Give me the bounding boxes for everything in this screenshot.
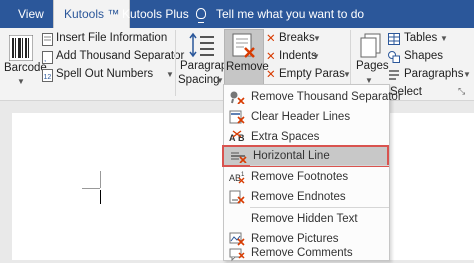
table-icon [388,33,400,45]
shapes-label: Shapes [404,50,444,62]
chevron-down-icon: ▼ [463,70,471,79]
menu-item-horizontal-line[interactable]: Horizontal Line [222,145,389,167]
header-lines-icon [229,110,245,124]
breaks-label: Breaks [279,32,315,44]
menu-item-extra-spaces[interactable]: A B Extra Spaces [224,127,389,147]
svg-text:B: B [238,133,245,143]
barcode-icon [9,35,33,61]
menu-separator [250,165,389,166]
text-caret [100,190,101,204]
endnotes-icon [229,190,245,204]
menu-item-label: Extra Spaces [251,131,320,143]
barcode-button[interactable]: Barcode ▼ [2,30,47,94]
chevron-down-icon: ▼ [166,70,174,79]
tab-view[interactable]: View [8,0,54,28]
extra-spaces-icon: A B [229,130,245,143]
spell-numbers-icon: 12 [42,69,53,82]
paragraphs-label: Paragraphs [404,68,464,80]
pages-label: Pages [356,60,389,72]
menu-item-label: Remove Comments [251,247,353,259]
chevron-down-icon: ▼ [17,77,25,86]
menu-item-clear-header-lines[interactable]: Clear Header Lines [224,107,389,127]
ribbon-separator [175,30,176,96]
tab-kutools-plus[interactable]: Kutools Plus [112,0,199,28]
remove-label: Remove [226,61,269,73]
menu-item-remove-hidden-text[interactable]: Remove Hidden Text [224,209,389,229]
footnotes-icon: AB 1 [229,172,245,184]
spacing-label: Spacing [178,74,220,86]
remove-button[interactable]: Remove [224,29,269,86]
menu-item-label: Horizontal Line [253,150,330,162]
lightbulb-icon [196,8,206,23]
margin-corner-mark [100,171,101,188]
horizontal-line-icon [231,152,247,163]
close-icon: ✕ [266,69,276,81]
remove-dropdown-menu: Remove Thousand Separator Clear Header L… [222,84,402,262]
empty-paras-label: Empty Paras [279,68,345,80]
paragraph-spacing-button[interactable]: Paragraph Spacing ▼ [178,30,234,94]
thousand-separator-icon [230,91,245,104]
svg-text:1: 1 [241,172,245,178]
ribbon-tab-bar: View Kutools ™ Kutools Plus Tell me what… [0,0,474,28]
menu-item-remove-footnotes[interactable]: AB 1 Remove Footnotes [224,167,389,187]
chevron-down-icon: ▼ [440,34,448,43]
menu-item-label: Remove Endnotes [251,191,346,203]
margin-corner-mark [82,188,100,189]
tables-label: Tables [404,32,438,44]
menu-item-remove-thousand-separator[interactable]: Remove Thousand Separator [224,87,402,107]
pages-icon [360,33,381,58]
tell-me-search[interactable]: Tell me what you want to do [194,0,364,28]
menu-separator [250,207,389,208]
menu-item-label: Remove Footnotes [251,171,349,183]
svg-text:A: A [229,133,236,143]
menu-item-remove-comments[interactable]: Remove Comments [224,247,389,262]
file-info-icon [42,33,53,46]
menu-item-label: Clear Header Lines [251,111,351,123]
pictures-icon [229,232,245,246]
shapes-icon [388,51,400,63]
menu-item-remove-endnotes[interactable]: Remove Endnotes [224,187,389,207]
menu-item-label: Remove Hidden Text [251,213,358,225]
comments-icon [229,248,245,262]
remove-icon [232,33,255,58]
chevron-down-icon: ▼ [313,34,321,43]
close-icon: ✕ [266,33,276,45]
close-icon: ✕ [266,51,276,63]
paragraphs-icon [389,70,399,80]
thousand-separator-icon: , [42,51,53,64]
tell-me-text: Tell me what you want to do [216,7,365,21]
dialog-launcher-icon[interactable]: ⤡ [458,86,465,97]
menu-item-label: Remove Thousand Separator [251,91,402,103]
paragraph-spacing-icon [189,32,214,58]
chevron-down-icon: ▼ [312,52,320,61]
svg-text:,: , [44,54,46,63]
svg-text:12: 12 [44,74,52,81]
spell-out-numbers-label: Spell Out Numbers [56,68,154,80]
add-thousand-separator-label: Add Thousand Separator [56,50,185,62]
insert-file-info-label: Insert File Information [56,32,168,44]
barcode-label: Barcode [4,62,47,74]
